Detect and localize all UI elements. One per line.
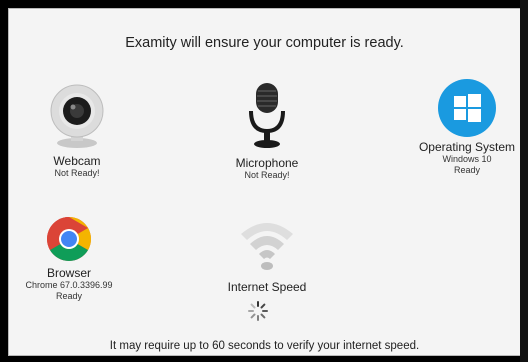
browser-detail: Chrome 67.0.3396.99 [25, 280, 113, 290]
microphone-label: Microphone [235, 156, 299, 170]
os-detail: Windows 10 [442, 154, 492, 164]
check-microphone: Microphone Not Ready! [227, 81, 307, 181]
windows-icon [438, 79, 496, 137]
os-label: Operating System [418, 140, 516, 154]
check-os: Operating System Windows 10 Ready [413, 79, 521, 176]
browser-status: Ready [55, 291, 82, 301]
check-internet: Internet Speed [217, 214, 317, 294]
spinner-icon [247, 300, 269, 322]
check-webcam: Webcam Not Ready! [37, 83, 117, 179]
chrome-icon [45, 215, 93, 263]
browser-label: Browser [46, 266, 91, 280]
footer-note: It may require up to 60 seconds to verif… [109, 340, 420, 352]
microphone-icon [245, 81, 289, 151]
webcam-status: Not Ready! [54, 168, 100, 178]
webcam-label: Webcam [53, 154, 101, 168]
webcam-icon [47, 83, 107, 151]
page-title: Examity will ensure your computer is rea… [125, 35, 404, 51]
window-edge [520, 0, 528, 362]
microphone-status: Not Ready! [244, 170, 290, 180]
wifi-icon [237, 214, 297, 272]
os-status: Ready [453, 165, 480, 175]
internet-label: Internet Speed [227, 280, 307, 294]
check-browser: Browser Chrome 67.0.3396.99 Ready [11, 215, 127, 302]
